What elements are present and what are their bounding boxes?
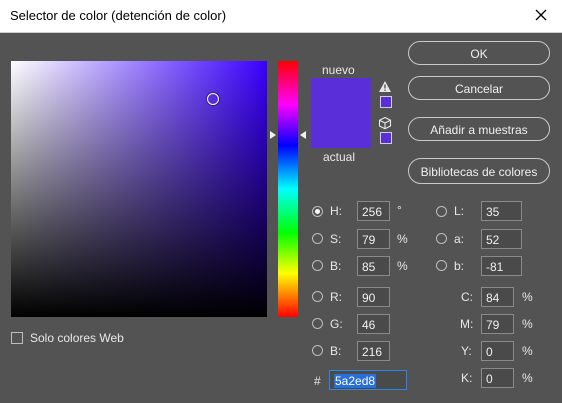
color-field-cursor[interactable] (207, 93, 220, 106)
lab-l-input[interactable]: 35 (481, 201, 522, 221)
cmyk-y-unit: % (522, 344, 533, 358)
cmyk-m-input[interactable]: 79 (481, 314, 514, 334)
hsb-b-radio[interactable] (312, 260, 323, 271)
hex-value: 5a2ed8 (334, 374, 377, 388)
hue-slider-right-arrow[interactable] (300, 130, 306, 139)
rgb-g-radio[interactable] (312, 318, 323, 329)
new-color-swatch (311, 78, 371, 113)
hsb-s-radio[interactable] (312, 233, 323, 244)
lab-l-label: L: (454, 204, 465, 218)
add-to-swatches-button[interactable]: Añadir a muestras (408, 117, 550, 141)
warning-triangle-icon[interactable] (378, 80, 392, 93)
color-libraries-button[interactable]: Bibliotecas de colores (408, 158, 550, 184)
rgb-r-input[interactable]: 90 (357, 287, 390, 307)
rgb-g-input[interactable]: 46 (357, 314, 390, 334)
close-icon[interactable] (532, 6, 550, 24)
hue-slider-left-arrow[interactable] (270, 130, 276, 139)
rgb-b-label: B: (330, 344, 342, 358)
lab-b-label: b: (454, 259, 465, 273)
hsb-h-label: H: (330, 204, 342, 218)
cmyk-c-input[interactable]: 84 (481, 287, 514, 307)
lab-a-label: a: (454, 232, 465, 246)
cmyk-m-label: M: (460, 317, 474, 331)
hsb-h-input[interactable]: 256 (357, 201, 390, 221)
hue-slider[interactable] (278, 61, 298, 317)
hsb-h-unit: ° (397, 203, 402, 217)
cancel-button[interactable]: Cancelar (408, 76, 550, 100)
cmyk-k-input[interactable]: 0 (481, 368, 514, 388)
window-title: Selector de color (detención de color) (10, 8, 227, 23)
rgb-b-input[interactable]: 216 (357, 341, 390, 361)
gamut-warning-swatch[interactable] (380, 96, 392, 108)
web-colors-only-checkbox[interactable] (11, 332, 23, 344)
hex-label: # (314, 374, 321, 388)
cmyk-k-label: K: (461, 371, 473, 385)
cube-icon[interactable] (378, 116, 392, 130)
cmyk-y-input[interactable]: 0 (481, 341, 514, 361)
rgb-b-radio[interactable] (312, 345, 323, 356)
hsb-b-input[interactable]: 85 (357, 256, 390, 276)
cmyk-k-unit: % (522, 371, 533, 385)
color-field[interactable] (11, 61, 267, 317)
lab-b-radio[interactable] (436, 260, 447, 271)
hsb-b-unit: % (397, 259, 408, 273)
lab-a-input[interactable]: 52 (481, 229, 522, 249)
cmyk-m-unit: % (522, 317, 533, 331)
hsb-s-label: S: (330, 232, 342, 246)
hsb-s-input[interactable]: 79 (357, 229, 390, 249)
web-safe-swatch[interactable] (380, 132, 392, 144)
rgb-r-radio[interactable] (312, 291, 323, 302)
title-bar: Selector de color (detención de color) (0, 0, 562, 33)
new-color-label: nuevo (322, 63, 355, 77)
lab-a-radio[interactable] (436, 233, 447, 244)
color-field-brightness-layer (11, 61, 267, 317)
lab-l-radio[interactable] (436, 206, 447, 217)
hsb-h-radio[interactable] (312, 206, 323, 217)
ok-button[interactable]: OK (408, 41, 550, 65)
current-color-swatch[interactable] (311, 113, 371, 148)
web-colors-only-label: Solo colores Web (30, 331, 124, 345)
cmyk-y-label: Y: (461, 344, 472, 358)
current-color-label: actual (323, 150, 356, 164)
cmyk-c-unit: % (522, 290, 533, 304)
rgb-r-label: R: (330, 290, 342, 304)
hsb-b-label: B: (330, 259, 342, 273)
hex-input[interactable]: 5a2ed8 (329, 370, 407, 390)
hsb-s-unit: % (397, 232, 408, 246)
rgb-g-label: G: (330, 317, 343, 331)
cmyk-c-label: C: (461, 290, 473, 304)
lab-b-input[interactable]: -81 (481, 256, 522, 276)
